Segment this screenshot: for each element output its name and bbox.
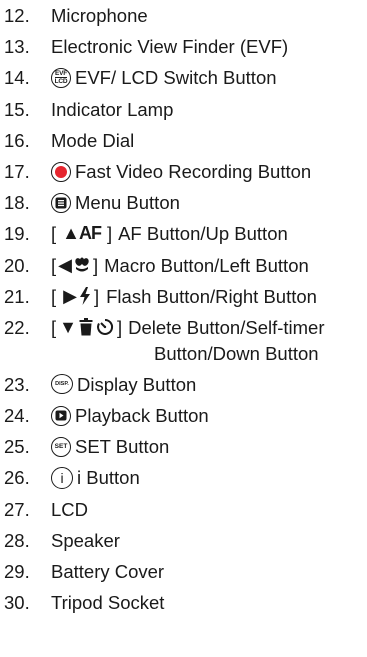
set-icon: SET [51, 436, 71, 457]
list-item: 16. Mode Dial [4, 125, 364, 156]
item-number: 30. [4, 592, 30, 614]
list-item: 14. EVF LCD EVF/ LCD Switch Button [4, 62, 364, 93]
left-arrow-icon: ◀ [58, 254, 72, 275]
self-timer-icon [96, 318, 114, 336]
item-label: Battery Cover [51, 561, 165, 582]
bracket-close: ] [106, 223, 113, 245]
up-af-symbol: ▲AF [62, 223, 102, 244]
bracket-close: ] [93, 285, 100, 307]
item-number: 24. [4, 405, 30, 427]
item-label: SET Button [75, 436, 170, 458]
item-label: Playback Button [75, 405, 209, 427]
list-item: 17. Fast Video Recording Button [4, 156, 364, 187]
item-number: 25. [4, 436, 30, 458]
list-item: 30. Tripod Socket [4, 587, 364, 618]
playback-icon [51, 405, 71, 426]
record-icon [51, 161, 71, 182]
menu-icon [51, 192, 71, 213]
right-arrow-icon: ▶ [63, 285, 77, 306]
item-label: Tripod Socket [51, 592, 165, 614]
item-label: EVF/ LCD Switch Button [75, 67, 277, 89]
bracket-open: [ [51, 316, 57, 338]
item-number: 21. [4, 285, 30, 307]
item-label: Flash Button/Right Button [106, 285, 317, 307]
parts-list: 12. Microphone 13. Electronic View Finde… [4, 0, 364, 618]
list-item: 20. [ ◀ ] Macro Button/Left Button [4, 250, 364, 281]
item-label-continued: Button/Down Button [154, 342, 319, 364]
list-item: 27. LCD [4, 494, 364, 525]
i-icon: i [51, 467, 73, 490]
list-item: 15. Indicator Lamp [4, 94, 364, 125]
item-number: 20. [4, 254, 30, 276]
item-label: Display Button [77, 373, 197, 395]
item-number: 13. [4, 36, 30, 58]
item-number: 18. [4, 192, 30, 214]
list-item: 29. Battery Cover [4, 556, 364, 587]
bracket-open: [ [51, 254, 57, 276]
item-number: 19. [4, 223, 30, 245]
item-number: 14. [4, 67, 30, 89]
item-number: 15. [4, 98, 30, 120]
list-item: 26. i i Button [4, 462, 364, 493]
item-label: Microphone [51, 5, 148, 26]
macro-flower-icon [73, 256, 91, 274]
item-label: Speaker [51, 529, 120, 551]
list-item: 24. Playback Button [4, 400, 364, 431]
item-label: Mode Dial [51, 129, 135, 151]
item-number: 29. [4, 561, 30, 582]
bracket-open: [ [51, 223, 57, 245]
trash-icon [79, 318, 93, 336]
item-number: 22. [4, 316, 30, 338]
bracket-open: [ [51, 285, 57, 307]
list-item: 21. [ ▶ ] Flash Button/Right Button [4, 281, 364, 312]
list-item: 13. Electronic View Finder (EVF) [4, 31, 364, 62]
item-number: 28. [4, 529, 30, 551]
flash-bolt-icon [79, 287, 91, 306]
item-number: 17. [4, 160, 30, 182]
item-label: Electronic View Finder (EVF) [51, 36, 289, 58]
item-label: Menu Button [75, 192, 180, 214]
item-number: 27. [4, 498, 30, 520]
bracket-close: ] [92, 254, 99, 276]
evf-lcd-icon: EVF LCD [51, 67, 71, 88]
list-item: 18. Menu Button [4, 187, 364, 218]
list-item: 12. Microphone [4, 0, 364, 31]
item-label: Indicator Lamp [51, 98, 174, 120]
disp-icon: DISP. [51, 374, 73, 395]
list-item: 25. SET SET Button [4, 431, 364, 462]
list-item: 23. DISP. Display Button [4, 369, 364, 400]
item-label: AF Button/Up Button [118, 223, 288, 245]
list-item: 19. [ ▲AF ] AF Button/Up Button [4, 218, 364, 249]
item-number: 16. [4, 129, 30, 151]
item-label: Macro Button/Left Button [104, 254, 309, 276]
item-number: 23. [4, 373, 30, 395]
item-number: 12. [4, 5, 30, 26]
item-label: i Button [77, 467, 140, 489]
bracket-close: ] [116, 316, 123, 338]
down-arrow-icon: ▼ [59, 316, 77, 337]
list-item: 28. Speaker [4, 525, 364, 556]
item-number: 26. [4, 467, 30, 489]
item-label: Fast Video Recording Button [75, 160, 312, 182]
list-item: 22. [ ▼ ] Delete Button/Self-timer Butto… [4, 312, 364, 369]
item-label: LCD [51, 498, 89, 520]
